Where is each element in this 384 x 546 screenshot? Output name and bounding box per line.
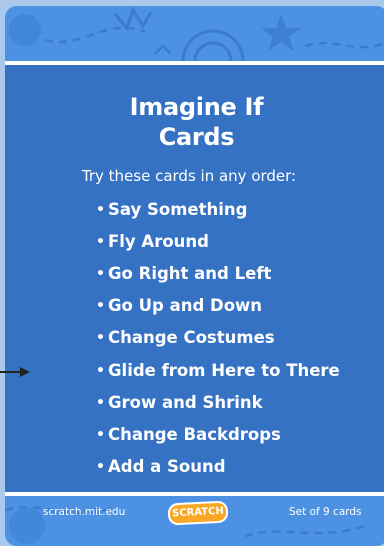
card-count-label: Set of 9 cards (289, 506, 362, 518)
bullet: • (96, 362, 105, 379)
mouse-pointer-icon (0, 367, 30, 377)
card-subtitle: Try these cards in any order: (81, 167, 297, 185)
decorative-top-band (5, 6, 384, 61)
list-item-label: Change Backdrops (108, 424, 281, 444)
list-item-label: Go Up and Down (108, 296, 263, 316)
top-divider (5, 61, 384, 65)
bullet: • (96, 426, 105, 443)
list-item: • Change Backdrops (96, 419, 340, 451)
list-item: • Say Something (96, 194, 340, 226)
bullet: • (96, 234, 105, 251)
bullet: • (96, 394, 105, 411)
list-item: • Fly Around (96, 226, 340, 258)
card-list: • Say Something • Fly Around • Go Right and… (96, 194, 340, 483)
list-item: • Grow and Shrink (96, 387, 340, 419)
list-item-label: Go Right and Left (108, 264, 272, 284)
list-item-label: Add a Sound (108, 456, 226, 476)
bullet: • (96, 458, 105, 475)
list-item: • Go Right and Left (96, 258, 340, 290)
list-item-label: Glide from Here to There (108, 360, 340, 380)
bullet: • (96, 298, 105, 315)
bullet: • (96, 202, 105, 219)
imagine-if-card: Imagine If Cards Try these cards in any … (5, 6, 384, 546)
card-title-line-2: Cards (158, 123, 235, 151)
list-item: • Add a Sound (96, 451, 340, 483)
decorative-doodles (9, 6, 384, 61)
card-title-line-1: Imagine If (129, 93, 264, 121)
bullet: • (96, 330, 105, 347)
list-item: • Go Up and Down (96, 290, 340, 322)
list-item-label: Say Something (108, 200, 248, 220)
scratch-logo: SCRATCH (167, 500, 229, 526)
card-title: Imagine If Cards (5, 92, 384, 152)
list-item-label: Grow and Shrink (108, 392, 263, 412)
list-item: • Glide from Here to There (96, 354, 340, 386)
list-item-label: Change Costumes (108, 328, 275, 348)
bullet: • (96, 266, 105, 283)
list-item: • Change Costumes (96, 322, 340, 354)
list-item-label: Fly Around (108, 232, 209, 252)
website-label: scratch.mit.edu (43, 506, 126, 518)
